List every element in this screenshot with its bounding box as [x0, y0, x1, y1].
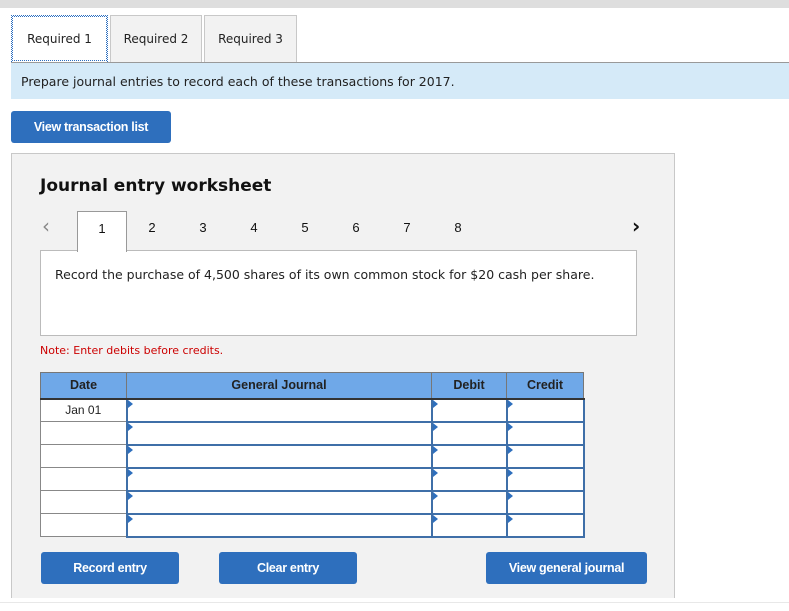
account-select[interactable] — [127, 422, 431, 444]
tab-required-1[interactable]: Required 1 — [11, 15, 108, 62]
credit-input[interactable] — [507, 491, 583, 513]
credit-input[interactable] — [507, 468, 583, 490]
dropdown-marker-icon — [507, 491, 513, 500]
chevron-right-icon[interactable]: › — [632, 214, 640, 238]
dropdown-marker-icon — [432, 422, 438, 431]
debit-input-cell — [430, 466, 508, 492]
dropdown-marker-icon — [432, 445, 438, 454]
debit-input-cell — [430, 512, 508, 538]
dropdown-marker-icon — [127, 445, 133, 454]
date-cell — [40, 490, 127, 514]
dropdown-marker-icon — [507, 468, 513, 477]
debit-input[interactable] — [432, 514, 506, 536]
page-5[interactable]: 5 — [280, 211, 330, 251]
debit-input[interactable] — [432, 422, 506, 444]
account-select[interactable] — [127, 445, 431, 467]
dropdown-marker-icon — [127, 491, 133, 500]
account-select[interactable] — [127, 468, 431, 490]
dropdown-marker-icon — [127, 468, 133, 477]
date-cell — [40, 444, 127, 468]
note-text: Note: Enter debits before credits. — [40, 344, 224, 357]
account-select-cell — [125, 466, 433, 492]
account-select-cell — [125, 397, 433, 423]
account-select-cell — [125, 512, 433, 538]
dropdown-marker-icon — [432, 399, 438, 408]
table-row — [40, 443, 585, 469]
header-general-journal: General Journal — [126, 372, 432, 400]
view-general-journal-button[interactable]: View general journal — [486, 552, 647, 584]
tab-required-2[interactable]: Required 2 — [110, 15, 202, 62]
page-1[interactable]: 1 — [77, 211, 127, 252]
credit-input-cell — [505, 397, 585, 423]
chevron-left-icon[interactable]: ‹ — [42, 214, 50, 238]
date-cell — [40, 421, 127, 445]
page-4[interactable]: 4 — [229, 211, 279, 251]
debit-input-cell — [430, 443, 508, 469]
instruction-bar: Prepare journal entries to record each o… — [11, 62, 789, 99]
account-select[interactable] — [127, 491, 431, 513]
worksheet-title: Journal entry worksheet — [40, 176, 272, 196]
tab-required-3[interactable]: Required 3 — [204, 15, 297, 62]
debit-input-cell — [430, 489, 508, 515]
debit-input-cell — [430, 397, 508, 423]
journal-table: Date General Journal Debit Credit Jan 01 — [40, 372, 585, 538]
dropdown-marker-icon — [432, 468, 438, 477]
dropdown-marker-icon — [507, 422, 513, 431]
date-cell — [40, 513, 127, 537]
header-credit: Credit — [506, 372, 584, 400]
dropdown-marker-icon — [127, 422, 133, 431]
account-select-cell — [125, 443, 433, 469]
dropdown-marker-icon — [127, 399, 133, 408]
dropdown-marker-icon — [507, 514, 513, 523]
transaction-description: Record the purchase of 4,500 shares of i… — [40, 250, 637, 336]
page-6[interactable]: 6 — [331, 211, 381, 251]
instruction-text: Prepare journal entries to record each o… — [21, 73, 455, 89]
credit-input-cell — [505, 489, 585, 515]
credit-input[interactable] — [507, 422, 583, 444]
date-cell: Jan 01 — [40, 398, 127, 422]
credit-input-cell — [505, 443, 585, 469]
date-cell — [40, 467, 127, 491]
credit-input-cell — [505, 420, 585, 446]
account-select-cell — [125, 489, 433, 515]
account-select[interactable] — [127, 514, 431, 536]
journal-entry-worksheet: Journal entry worksheet ‹ 1 2 3 4 5 6 7 … — [11, 153, 675, 598]
dropdown-marker-icon — [507, 445, 513, 454]
account-select[interactable] — [127, 399, 431, 421]
table-row — [40, 512, 585, 538]
credit-input[interactable] — [507, 514, 583, 536]
view-transaction-list-button[interactable]: View transaction list — [11, 111, 171, 143]
page-8[interactable]: 8 — [433, 211, 483, 251]
divider — [0, 602, 789, 603]
dropdown-marker-icon — [127, 514, 133, 523]
header-debit: Debit — [431, 372, 507, 400]
clear-entry-button[interactable]: Clear entry — [219, 552, 357, 584]
table-row — [40, 489, 585, 515]
debit-input[interactable] — [432, 468, 506, 490]
credit-input-cell — [505, 466, 585, 492]
credit-input-cell — [505, 512, 585, 538]
credit-input[interactable] — [507, 399, 583, 421]
table-header-row: Date General Journal Debit Credit — [40, 372, 584, 400]
page-2[interactable]: 2 — [127, 211, 177, 251]
dropdown-marker-icon — [507, 399, 513, 408]
page-7[interactable]: 7 — [382, 211, 432, 251]
debit-input[interactable] — [432, 399, 506, 421]
dropdown-marker-icon — [432, 491, 438, 500]
account-select-cell — [125, 420, 433, 446]
debit-input[interactable] — [432, 491, 506, 513]
top-bar — [0, 0, 789, 8]
transaction-description-text: Record the purchase of 4,500 shares of i… — [55, 267, 595, 282]
table-row: Jan 01 — [40, 397, 585, 423]
requirement-tabs: Required 1 Required 2 Required 3 — [11, 15, 299, 62]
table-row — [40, 420, 585, 446]
debit-input[interactable] — [432, 445, 506, 467]
debit-input-cell — [430, 420, 508, 446]
dropdown-marker-icon — [432, 514, 438, 523]
page-3[interactable]: 3 — [178, 211, 228, 251]
table-row — [40, 466, 585, 492]
record-entry-button[interactable]: Record entry — [41, 552, 179, 584]
header-date: Date — [40, 372, 127, 400]
credit-input[interactable] — [507, 445, 583, 467]
